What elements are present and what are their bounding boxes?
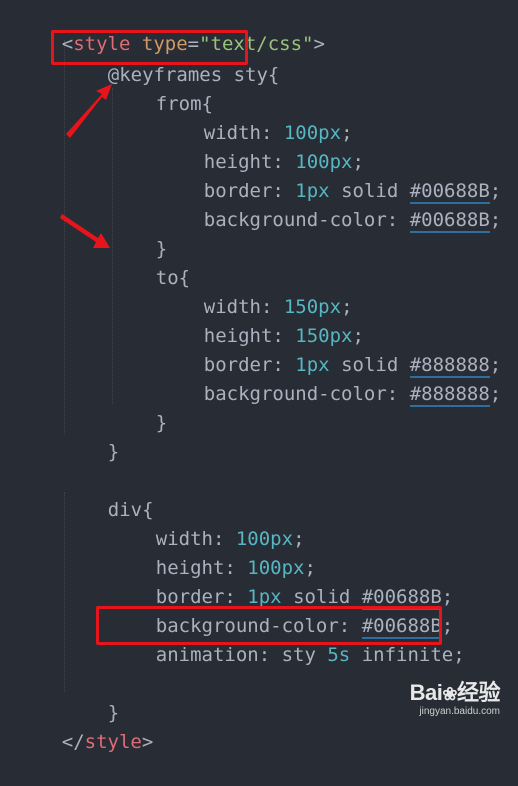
tag-open: </ [61, 731, 85, 753]
animation-iteration: infinite; [350, 644, 465, 666]
keyframes-highlight-box [51, 30, 248, 65]
watermark-url: jingyan.baidu.com [419, 706, 500, 717]
tag-name: style [84, 731, 142, 753]
code-line-9: to{ [110, 235, 190, 289]
code-editor[interactable]: <style type="text/css"> @keyframes sty{ … [0, 0, 518, 753]
arrow-icon [66, 84, 112, 138]
code-line-13: background-color: #888888; [158, 351, 501, 407]
css-property: background-color: [203, 209, 399, 231]
tag-close: > [141, 731, 154, 753]
baidu-watermark: Bai❀经验 jingyan.baidu.com [380, 680, 501, 718]
code-line-24: } [62, 670, 119, 724]
code-line-19: height: 100px; [110, 525, 316, 579]
css-number: 5s [327, 644, 351, 666]
code-line-20: border: 1px solid #00688B; [110, 554, 453, 610]
logo-text: Bai [409, 680, 443, 705]
animation-property: animation: sty [155, 644, 328, 666]
semicolon: ; [489, 209, 502, 231]
code-line-11: height: 150px; [158, 293, 364, 347]
animation-highlight-box [96, 606, 442, 645]
tag-close: > [313, 33, 325, 55]
code-line-8: } [110, 206, 167, 260]
code-line-3: from{ [110, 61, 213, 115]
code-line-17: div{ [62, 467, 154, 521]
baidu-logo: Bai❀经验 [380, 680, 501, 706]
color-value: #888888 [409, 383, 490, 407]
code-line-25: </style> [16, 699, 154, 753]
logo-tail: 经验 [456, 680, 501, 705]
paw-icon: ❀ [442, 684, 457, 704]
semicolon: ; [489, 383, 502, 405]
color-value: #00688B [409, 209, 490, 233]
code-line-6: border: 1px solid #00688B; [158, 148, 501, 204]
code-line-18: width: 100px; [110, 496, 305, 550]
closing-brace: } [155, 412, 168, 434]
code-line-4: width: 100px; [158, 90, 353, 144]
css-property: background-color: [203, 383, 399, 405]
code-line-12: border: 1px solid #888888; [158, 322, 501, 378]
code-line-5: height: 100px; [158, 119, 364, 173]
code-line-1: <style type="text/css"> [16, 1, 325, 55]
code-line-14: } [110, 380, 167, 434]
arrow-icon [60, 214, 110, 248]
code-line-15: } [62, 409, 119, 463]
code-line-10: width: 150px; [158, 264, 353, 318]
code-line-7: background-color: #00688B; [158, 177, 501, 233]
closing-brace: } [107, 441, 120, 463]
